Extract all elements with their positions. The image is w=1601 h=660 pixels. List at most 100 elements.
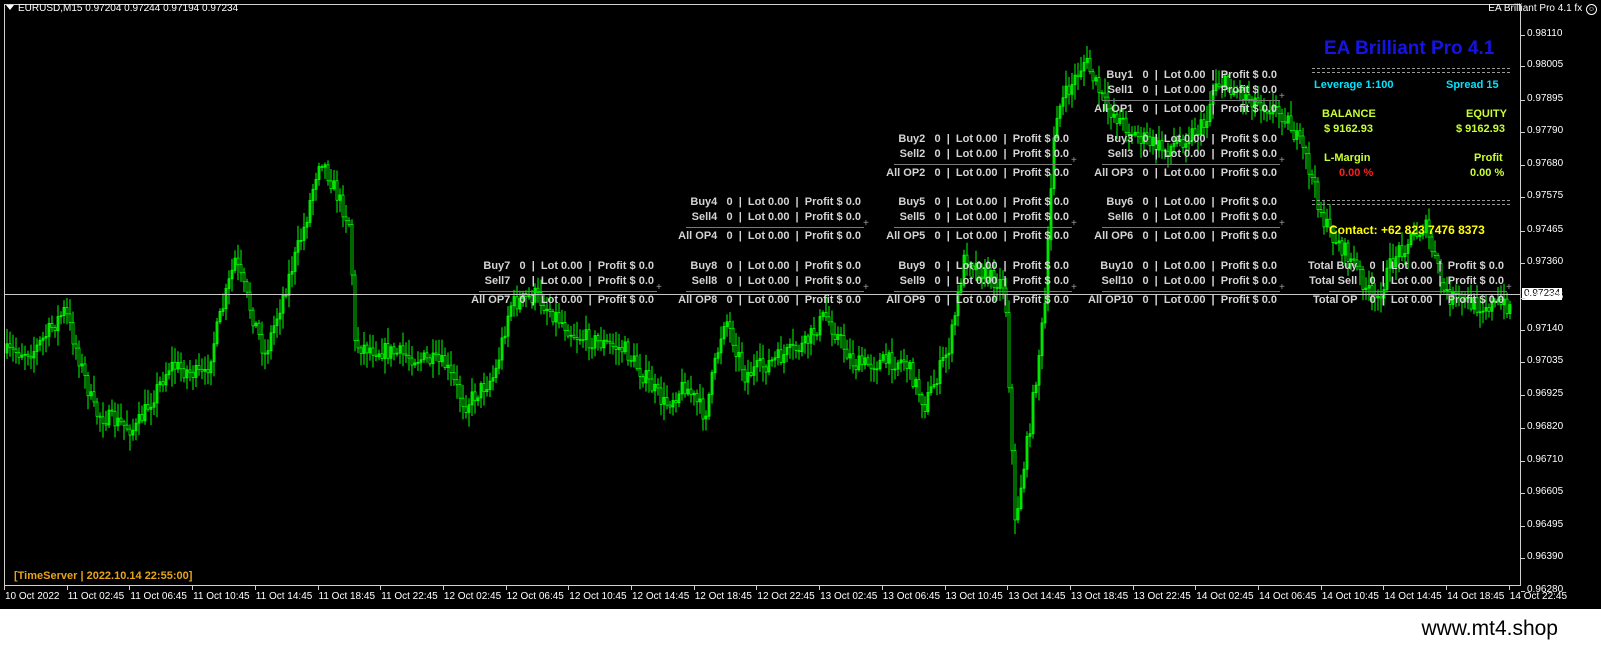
candle [95,397,99,425]
time-label: 13 Oct 02:45 [820,591,878,602]
candle [608,333,612,354]
plus-icon: + [1071,218,1077,229]
candle [581,329,585,348]
time-label: 14 Oct 18:45 [1447,591,1505,602]
candle [572,323,576,341]
candle [278,299,282,335]
price-label: 0.98005 [1527,59,1564,70]
candle [944,347,948,373]
candle [263,339,267,370]
order-buy-line: Buy1 0 | Lot 0.00 | Profit $ 0.0 [1106,69,1277,81]
candle [611,333,615,355]
candle [320,164,324,172]
candle [473,383,477,414]
candle [1283,107,1287,128]
expert-advisor-label[interactable]: EA Brilliant Pro 4.1 fx ☺ [1488,3,1597,15]
candle [734,333,738,372]
candle [821,310,825,321]
candle [911,357,915,389]
smiley-face-icon[interactable]: ☺ [1586,4,1597,15]
candle [461,384,465,420]
candle [503,326,507,345]
plus-icon: + [863,218,869,229]
price-label: 0.97575 [1527,190,1564,201]
order-buy-line: Buy8 0 | Lot 0.00 | Profit $ 0.0 [690,260,861,272]
candle [1082,54,1086,87]
candle [467,398,471,427]
price-tick [1521,558,1525,559]
time-tick [819,586,821,590]
candle [602,329,606,356]
time-label: 12 Oct 18:45 [694,591,752,602]
candle [1508,300,1512,320]
candle [731,320,735,353]
time-tick [1320,586,1322,590]
order-sell-line: Sell9 0 | Lot 0.00 | Profit $ 0.0 [899,275,1069,287]
order-buy-line: Buy4 0 | Lot 0.00 | Profit $ 0.0 [690,196,861,208]
candle [185,365,189,390]
candle [812,317,816,345]
candle [578,329,582,345]
candle [248,282,252,319]
candle [560,309,564,328]
order-sell-line: Sell4 0 | Lot 0.00 | Profit $ 0.0 [691,211,861,223]
candle [950,319,954,363]
candle [260,321,264,366]
candle [1079,56,1083,80]
candle [668,400,672,414]
candle [596,332,600,351]
time-tick [317,586,319,590]
candle [266,339,270,364]
candle [848,338,852,370]
candle [686,380,690,397]
candle [680,368,684,401]
candle [149,393,153,426]
order-separator [1102,100,1280,101]
candle [671,392,675,416]
candle [290,256,294,288]
candle [662,382,666,421]
candle [446,352,450,381]
candle [1091,68,1095,90]
candle [164,362,168,392]
candle [1289,101,1293,133]
candle [71,311,75,355]
price-tick [1521,526,1525,527]
price-label: 0.97465 [1527,224,1564,235]
price-tick [1521,35,1525,36]
candle [701,387,705,431]
time-label: 14 Oct 22:45 [1509,591,1568,602]
dropdown-triangle-icon[interactable] [6,5,14,10]
candle [227,270,231,305]
time-tick [254,586,256,590]
candle [362,332,366,365]
time-label: 12 Oct 02:45 [443,591,502,602]
candle [152,390,156,416]
watermark-text: www.mt4.shop [1421,617,1558,640]
order-buy-line: Buy9 0 | Lot 0.00 | Profit $ 0.0 [898,260,1069,272]
candle [1505,292,1509,318]
candle [452,364,456,386]
time-tick [1383,586,1385,590]
order-buy-line: Buy2 0 | Lot 0.00 | Profit $ 0.0 [898,133,1069,145]
candle [869,354,873,382]
candle [614,331,618,365]
candle [584,315,588,351]
candle [137,401,141,435]
candle [65,298,69,325]
candle [1019,474,1023,511]
candle [143,389,147,425]
footer-bar: www.mt4.shop [0,609,1601,660]
candle [200,358,204,380]
candle [1325,208,1329,233]
candle [449,351,453,386]
plus-icon: + [1071,282,1077,293]
candle [845,339,849,360]
time-tick [442,586,444,590]
contact-text: Contact: +62 823 7476 8373 [1329,223,1485,237]
candle [728,312,732,343]
price-label: 0.97790 [1527,125,1564,136]
order-sell-line: Total Sell 0 | Lot 0.00 | Profit $ 0.0 [1309,275,1504,287]
time-label: 13 Oct 22:45 [1133,591,1191,602]
time-label: 12 Oct 22:45 [757,591,815,602]
